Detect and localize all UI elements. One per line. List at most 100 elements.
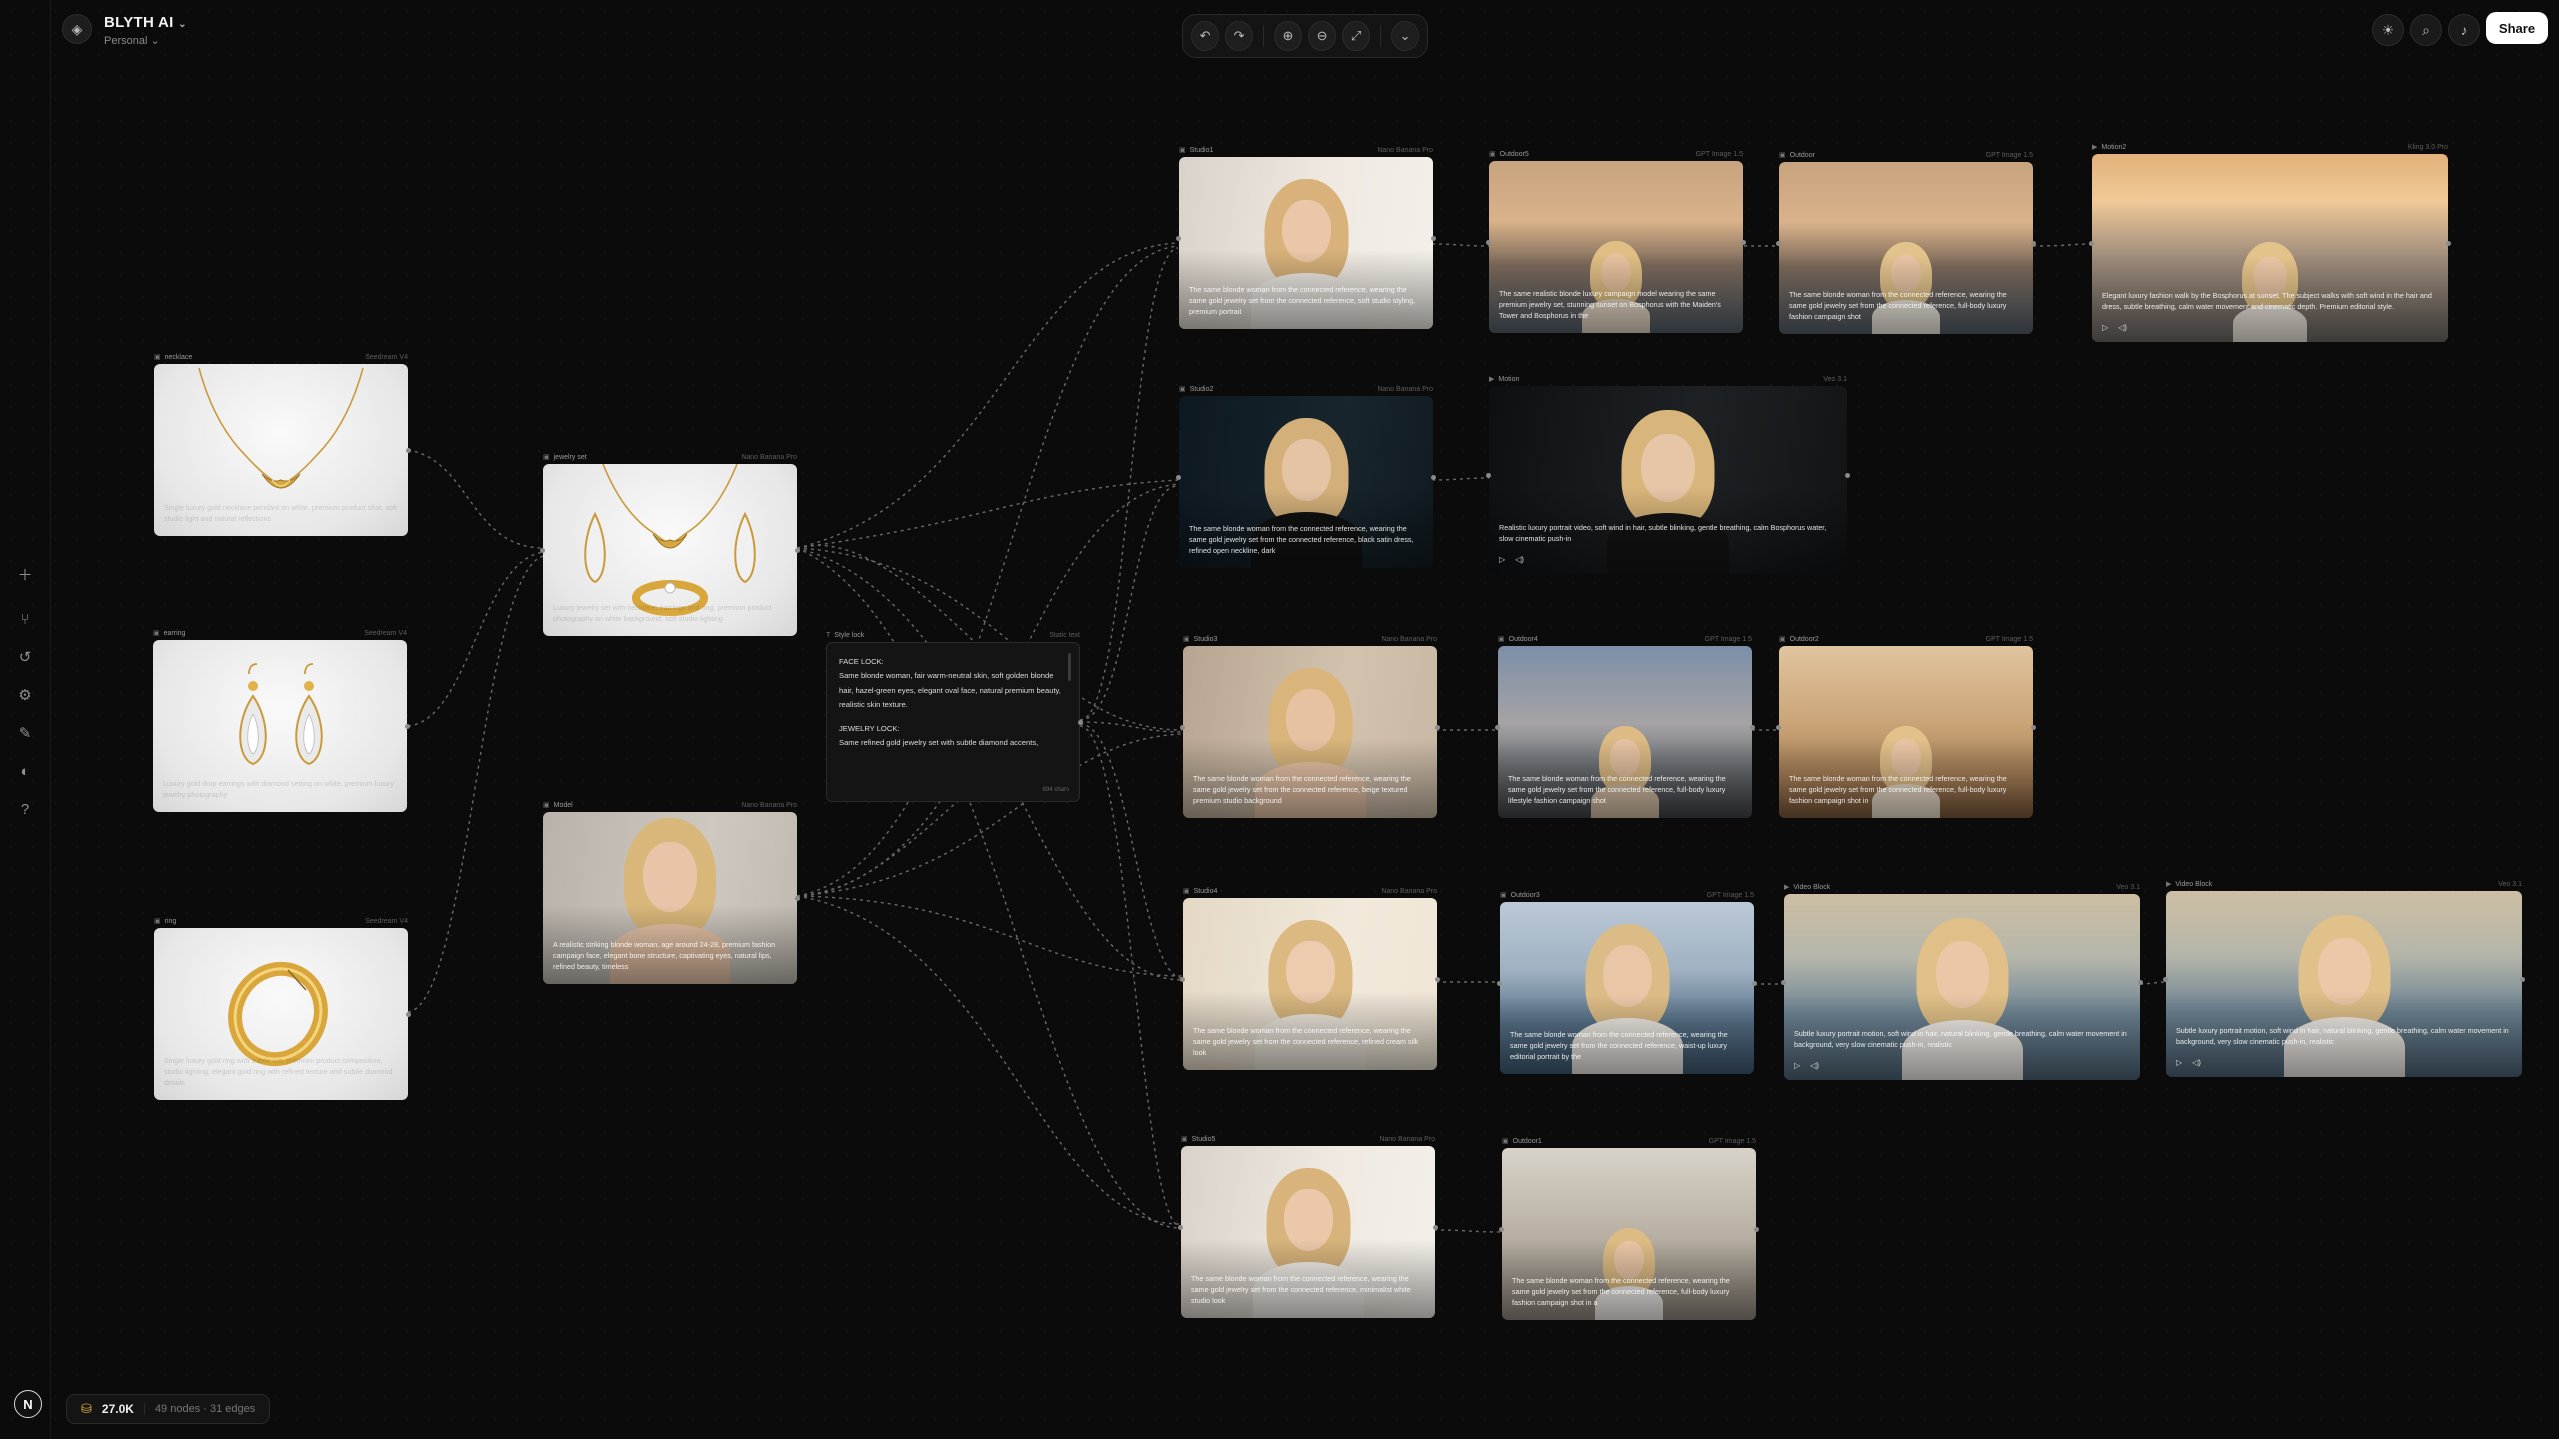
node-studio3[interactable]: ▣ Studio3 Nano Banana Pro The same blonde…: [1180, 632, 1440, 818]
output-port[interactable]: [405, 724, 410, 729]
output-port[interactable]: [1078, 720, 1083, 725]
node-prompt: The same blonde woman from the connected…: [1193, 773, 1411, 805]
play-icon[interactable]: ▷: [1499, 555, 1505, 564]
scrollbar[interactable]: [1068, 653, 1071, 681]
node-title: Outdoor4: [1508, 635, 1538, 643]
output-port[interactable]: [795, 548, 800, 553]
output-port[interactable]: [1741, 240, 1746, 245]
node-title: Video Block: [2175, 880, 2213, 888]
text-node-icon: T: [826, 631, 831, 639]
output-port[interactable]: [2520, 977, 2525, 982]
output-port[interactable]: [1435, 977, 1440, 982]
node-title: earring: [163, 629, 186, 637]
node-model: Nano Banana Pro: [741, 453, 797, 461]
output-port[interactable]: [1845, 473, 1850, 478]
node-model: GPT Image 1.5: [1706, 891, 1754, 899]
coins-icon: ⛁: [81, 1401, 92, 1416]
input-port[interactable]: [1486, 240, 1491, 245]
node-studio5[interactable]: ▣ Studio5 Nano Banana Pro The same blonde…: [1178, 1132, 1438, 1318]
input-port[interactable]: [1495, 725, 1500, 730]
avatar[interactable]: N: [14, 1390, 42, 1418]
credits-bar[interactable]: ⛁ 27.0K 49 nodes · 31 edges: [66, 1394, 271, 1424]
input-port[interactable]: [1180, 977, 1185, 982]
input-port[interactable]: [1776, 241, 1781, 246]
output-port[interactable]: [406, 448, 411, 453]
output-port[interactable]: [1754, 1227, 1759, 1232]
input-port[interactable]: [1497, 981, 1502, 986]
play-icon[interactable]: ▷: [1794, 1061, 1800, 1070]
input-port[interactable]: [2163, 977, 2168, 982]
input-port[interactable]: [1499, 1227, 1504, 1232]
play-icon[interactable]: ▷: [2102, 323, 2108, 332]
input-port[interactable]: [1776, 725, 1781, 730]
node-outdoor4[interactable]: ▣ Outdoor4 GPT Image 1.5 The same blonde …: [1495, 632, 1755, 818]
edge: [796, 479, 1179, 549]
image-node-icon: ▣: [1179, 147, 1186, 154]
node-studio2[interactable]: ▣ Studio2 Nano Banana Pro The same blonde…: [1176, 382, 1436, 568]
output-port[interactable]: [1431, 236, 1436, 241]
node-ring[interactable]: ▣ ring Seedream V4 Single luxury gold ring…: [154, 914, 411, 1100]
node-earring[interactable]: ▣ earring Seedream V4 Luxury gold drop ear…: [153, 626, 410, 812]
node-title: Outdoor: [1789, 151, 1815, 159]
video-node-icon: ▶: [1784, 884, 1790, 891]
volume-icon[interactable]: ◁): [1515, 555, 1524, 564]
node-outdoor5[interactable]: ▣ Outdoor5 GPT Image 1.5 The same realist…: [1486, 147, 1746, 333]
node-style-lock[interactable]: T Style lock Static text FACE LOCK: Same bl…: [826, 628, 1083, 802]
output-port[interactable]: [2031, 241, 2036, 246]
input-port[interactable]: [1180, 725, 1185, 730]
node-necklace[interactable]: ▣ necklace Seedream V4 Single luxury gold …: [154, 350, 411, 536]
output-port[interactable]: [795, 896, 800, 901]
node-model[interactable]: ▣ Model Nano Banana Pro A realistic striki…: [543, 798, 800, 984]
output-port[interactable]: [2138, 980, 2143, 985]
volume-icon[interactable]: ◁): [2118, 323, 2127, 332]
output-port[interactable]: [1752, 981, 1757, 986]
node-studio4[interactable]: ▣ Studio4 Nano Banana Pro The same blonde…: [1180, 884, 1440, 1070]
node-preview: The same blonde woman from the connected…: [1779, 646, 2033, 818]
output-port[interactable]: [2446, 241, 2451, 246]
output-port[interactable]: [2031, 725, 2036, 730]
play-icon[interactable]: ▷: [2176, 1058, 2182, 1067]
node-prompt: Subtle luxury portrait motion, soft wind…: [2176, 1025, 2509, 1046]
node-outdoor2[interactable]: ▣ Outdoor2 GPT Image 1.5 The same blonde …: [1776, 632, 2036, 818]
jewelry-lock-text: Same refined gold jewelry set with subtl…: [839, 738, 1039, 748]
video-node-icon: ▶: [1489, 376, 1495, 383]
input-port[interactable]: [1176, 475, 1181, 480]
input-port[interactable]: [1176, 236, 1181, 241]
node-outdoor[interactable]: ▣ Outdoor GPT Image 1.5 The same blonde w…: [1776, 148, 2036, 334]
node-model: GPT Image 1.5: [1704, 635, 1752, 643]
node-video-block-b[interactable]: ▶ Video Block Veo 3.1 Subtle luxury portr…: [2163, 877, 2525, 1077]
image-node-icon: ▣: [543, 802, 550, 809]
output-port[interactable]: [1431, 475, 1436, 480]
node-prompt: Luxury gold drop earrings with diamond s…: [163, 778, 394, 799]
edge: [796, 895, 1183, 977]
node-preview: A realistic striking blonde woman, age a…: [543, 812, 797, 984]
output-port[interactable]: [406, 1012, 411, 1017]
node-jewelry-set[interactable]: ▣ jewelry set Nano Banana Pro Luxury jewel…: [540, 450, 800, 636]
credits-amount: 27.0K: [101, 1402, 134, 1416]
volume-icon[interactable]: ◁): [1810, 1061, 1819, 1070]
node-outdoor3[interactable]: ▣ Outdoor3 GPT Image 1.5 The same blonde …: [1497, 888, 1757, 1074]
edge: [1433, 1229, 1503, 1233]
node-studio1[interactable]: ▣ Studio1 Nano Banana Pro The same blonde…: [1176, 143, 1436, 329]
node-preview: The same blonde woman from the connected…: [1183, 898, 1437, 1070]
output-port[interactable]: [1750, 725, 1755, 730]
volume-icon[interactable]: ◁): [2192, 1058, 2201, 1067]
input-port[interactable]: [1178, 1225, 1183, 1230]
node-prompt: The same blonde woman from the connected…: [1189, 284, 1416, 316]
node-motion[interactable]: ▶ Motion Veo 3.1 Realistic luxury portrai…: [1486, 372, 1850, 574]
node-prompt: Realistic luxury portrait video, soft wi…: [1499, 522, 1827, 543]
output-port[interactable]: [1435, 725, 1440, 730]
node-preview: Subtle luxury portrait motion, soft wind…: [1784, 894, 2140, 1080]
node-preview: Luxury gold drop earrings with diamond s…: [153, 640, 407, 812]
input-port[interactable]: [2089, 241, 2094, 246]
node-prompt: The same blonde woman from the connected…: [1512, 1275, 1730, 1307]
edge: [2139, 981, 2167, 985]
node-video-block-a[interactable]: ▶ Video Block Veo 3.1 Subtle luxury portr…: [1781, 880, 2143, 1080]
input-port[interactable]: [1781, 980, 1786, 985]
style-lock-text[interactable]: FACE LOCK: Same blonde woman, fair warm-n…: [826, 642, 1080, 802]
node-motion2[interactable]: ▶ Motion2 Kling 3.0 Pro Elegant luxury fa…: [2089, 140, 2451, 342]
output-port[interactable]: [1433, 1225, 1438, 1230]
node-outdoor1[interactable]: ▣ Outdoor1 GPT Image 1.5 The same blonde …: [1499, 1134, 1759, 1320]
input-port[interactable]: [540, 548, 545, 553]
input-port[interactable]: [1486, 473, 1491, 478]
